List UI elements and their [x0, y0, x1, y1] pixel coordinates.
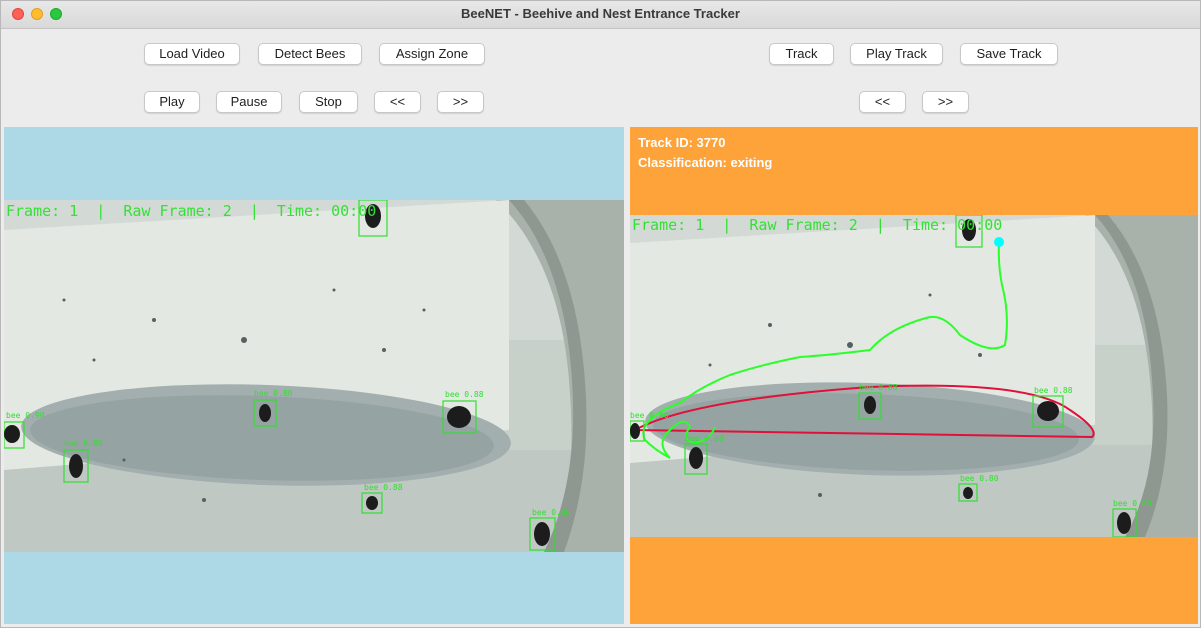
track-button[interactable]: Track	[769, 43, 834, 65]
track-next-button[interactable]: >>	[922, 91, 969, 113]
track-overlay-layer	[630, 215, 1137, 537]
detection-label: bee 0.80	[630, 411, 669, 420]
detection-label: bee 0.80	[960, 474, 999, 483]
track-video-frame: bee 0.88 bee 0.88 bee 0.80 bee 0.80 bee …	[630, 215, 1198, 537]
left-detections-layer	[4, 200, 556, 551]
load-video-button[interactable]: Load Video	[144, 43, 240, 65]
toolbar-area: Load Video Detect Bees Assign Zone Play …	[0, 29, 1201, 126]
detection-video-frame: bee 0.90 bee 0.80 bee 0.88 bee 0.88 bee …	[4, 200, 624, 552]
save-track-button[interactable]: Save Track	[960, 43, 1058, 65]
app-window: BeeNET - Beehive and Nest Entrance Track…	[0, 0, 1201, 628]
detection-label: bee 0.88	[859, 383, 898, 392]
classification-label: Classification: exiting	[638, 155, 773, 170]
detection-label: bee 0.88	[1034, 386, 1073, 395]
track-video-pane: Track ID: 3770 Classification: exiting b…	[630, 127, 1198, 624]
detection-label: bee 0.88	[364, 483, 403, 492]
next-frame-button[interactable]: >>	[437, 91, 484, 113]
detection-label: bee 0.80	[685, 434, 724, 443]
detection-video-pane: bee 0.90 bee 0.80 bee 0.88 bee 0.88 bee …	[4, 127, 624, 624]
detection-label: bee 0.80	[1113, 499, 1152, 508]
bee-track-path	[642, 242, 1008, 459]
track-endpoint-marker	[994, 237, 1004, 247]
detect-bees-button[interactable]: Detect Bees	[258, 43, 362, 65]
detection-label: bee 0.80	[532, 508, 571, 517]
detection-label: bee 0.90	[6, 411, 45, 420]
previous-frame-button[interactable]: <<	[374, 91, 421, 113]
window-title: BeeNET - Beehive and Nest Entrance Track…	[461, 6, 740, 21]
frame-info-overlay: Frame: 1 | Raw Frame: 2 | Time: 00:00	[632, 216, 1003, 234]
pause-button[interactable]: Pause	[216, 91, 282, 113]
play-button[interactable]: Play	[144, 91, 200, 113]
detection-label: bee 0.80	[254, 389, 293, 398]
assign-zone-button[interactable]: Assign Zone	[379, 43, 485, 65]
track-id-label: Track ID: 3770	[638, 135, 726, 150]
title-bar: BeeNET - Beehive and Nest Entrance Track…	[0, 0, 1201, 29]
track-previous-button[interactable]: <<	[859, 91, 906, 113]
detection-label: bee 0.88	[445, 390, 484, 399]
frame-info-overlay: Frame: 1 | Raw Frame: 2 | Time: 00:00	[6, 202, 377, 220]
play-track-button[interactable]: Play Track	[850, 43, 943, 65]
stop-button[interactable]: Stop	[299, 91, 358, 113]
detection-label: bee 0.88	[64, 439, 103, 448]
